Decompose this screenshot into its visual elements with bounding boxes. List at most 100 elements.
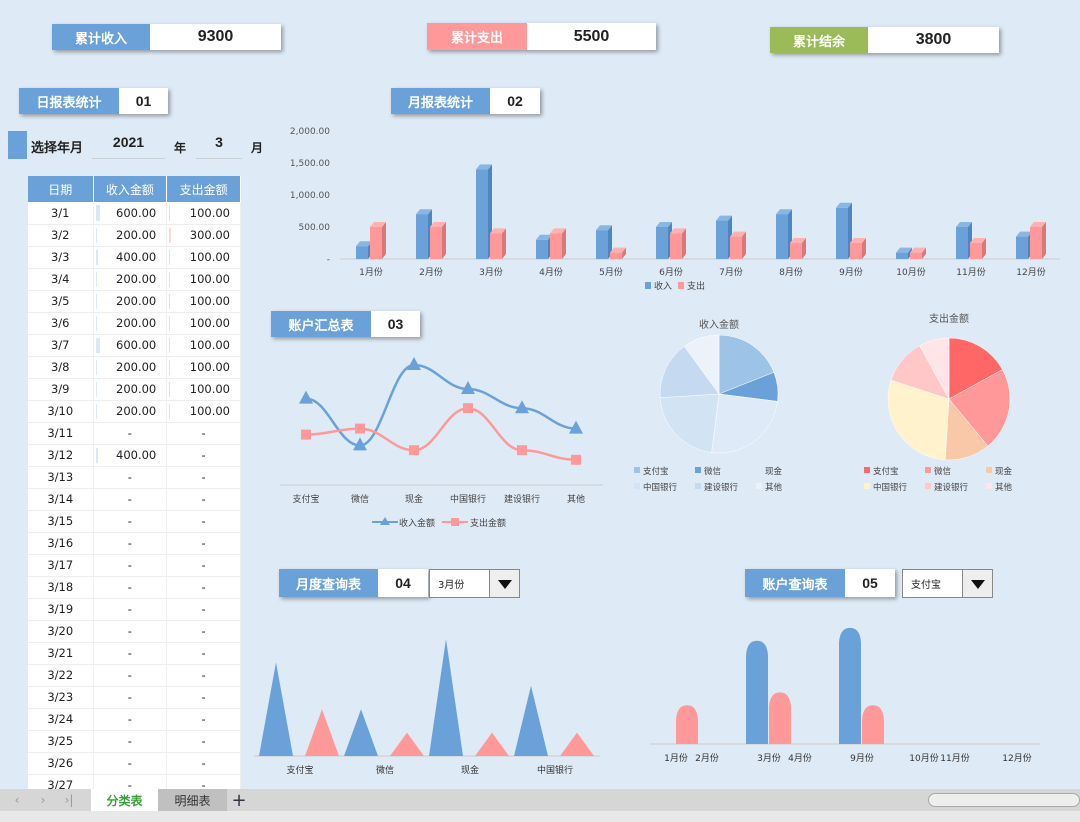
monthly-num: 02 <box>490 88 540 114</box>
account-query-title: 账户查询表 <box>745 569 845 597</box>
tab-detail[interactable]: 明细表 <box>158 789 227 811</box>
cell-text: - <box>201 646 206 660</box>
x-tick-label: 微信 <box>376 764 394 776</box>
cell-expense: - <box>166 664 241 687</box>
cell-text: 200.00 <box>116 228 157 242</box>
account-line-chart: 支付宝 微信 现金 中国银行 建设银行 其他收入金额 支出金额 <box>280 357 603 529</box>
table-row: 3/2 200.00 300.00 <box>28 224 241 247</box>
cell-income: - <box>93 576 168 599</box>
cell-income: - <box>93 510 168 533</box>
expense-total-label: 累计支出 <box>427 23 527 50</box>
cell-text: 3/2 <box>50 228 70 242</box>
dropdown-arrow-icon[interactable] <box>489 570 519 597</box>
prev-sheet-icon[interactable]: ‹ <box>8 789 26 811</box>
month-query-header: 月度查询表 04 <box>279 569 428 597</box>
legend-expense: 支出 <box>687 280 705 292</box>
year-unit: 年 <box>174 141 187 155</box>
cell-text: - <box>201 734 206 748</box>
cell-income: - <box>93 422 168 445</box>
marker-triangle <box>407 357 421 370</box>
cell-expense: 100.00 <box>166 246 241 269</box>
expense-pie-chart: 支出金额支付宝 微信 现金中国银行 建设银行 其他 <box>864 312 1013 493</box>
bar-支出-4月份 <box>550 233 562 259</box>
col-income: 收入金额 <box>93 176 168 202</box>
legend-label: 中国银行 <box>643 482 678 493</box>
cell-text: - <box>127 624 132 638</box>
cell-income: - <box>93 532 168 555</box>
bar-收入-8月份 <box>776 214 788 259</box>
cell-text: - <box>201 624 206 638</box>
bar-收入-11月份 <box>956 227 968 259</box>
bar-side <box>382 222 386 259</box>
cell-text: - <box>201 668 206 682</box>
bar-支出-12月份 <box>1030 227 1042 259</box>
month-select-dropdown[interactable]: 3月份 <box>429 569 520 598</box>
data-bar <box>95 315 97 331</box>
cell-text: 3/24 <box>47 712 74 726</box>
cell-text: 3/3 <box>50 250 70 264</box>
bar-支出-1月份 <box>370 227 382 259</box>
cell-text: 400.00 <box>116 250 157 264</box>
x-tick-label: 3月份 <box>479 266 503 278</box>
cell-expense: - <box>166 444 241 467</box>
cell-date: 3/2 <box>28 224 94 247</box>
cell-income: 200.00 <box>93 224 168 247</box>
marker-square <box>571 454 581 465</box>
cell-date: 3/7 <box>28 334 94 357</box>
data-bar <box>169 403 170 419</box>
horizontal-scrollbar[interactable] <box>928 793 1080 807</box>
next-sheet-icon[interactable]: › <box>34 789 52 811</box>
cell-text: 3/6 <box>50 316 70 330</box>
cell-text: 100.00 <box>189 205 230 220</box>
legend-marker-expense <box>451 518 459 526</box>
x-tick-label: 10月份 <box>896 266 925 278</box>
tab-classification[interactable]: 分类表 <box>91 789 158 811</box>
x-tick-label: 11月份 <box>940 752 969 764</box>
cell-date: 3/12 <box>28 444 94 467</box>
x-tick-label: 8月份 <box>779 266 803 278</box>
last-sheet-icon[interactable]: ›| <box>60 789 78 811</box>
cell-expense: 100.00 <box>166 268 241 291</box>
dropdown-arrow-icon[interactable] <box>962 570 992 597</box>
cell-text: 200.00 <box>116 272 157 286</box>
account-select-dropdown[interactable]: 支付宝 <box>902 569 993 598</box>
x-tick-label: 1月份 <box>359 266 383 278</box>
accounts-num: 03 <box>371 311 420 337</box>
bar-收入-10月份 <box>896 252 908 259</box>
cell-expense: - <box>166 488 241 511</box>
year-input[interactable]: 2021 <box>92 134 165 159</box>
cell-expense: - <box>166 686 241 709</box>
table-row: 3/14 - - <box>28 488 241 511</box>
legend-swatch <box>634 483 640 489</box>
data-bar <box>169 205 170 221</box>
x-tick-label: 12月份 <box>1002 752 1031 764</box>
data-bar <box>95 359 97 375</box>
table-row: 3/23 - - <box>28 686 241 709</box>
legend-swatch <box>986 467 992 473</box>
add-sheet-icon[interactable]: + <box>228 789 250 811</box>
cell-text: 200.00 <box>116 404 157 418</box>
cell-income: 400.00 <box>93 246 168 269</box>
cell-text: 3/21 <box>47 646 74 660</box>
cell-expense: - <box>166 510 241 533</box>
x-tick-label: 4月份 <box>788 752 812 764</box>
cell-text: 3/16 <box>47 536 74 550</box>
data-bar <box>169 315 170 331</box>
month-input[interactable]: 3 <box>196 134 242 159</box>
data-bar <box>169 271 170 287</box>
x-tick-label: 9月份 <box>850 752 874 764</box>
cell-text: - <box>127 536 132 550</box>
bar-收入金额-9月份 <box>839 627 861 744</box>
x-tick-label: 6月份 <box>659 266 683 278</box>
cell-text: - <box>201 602 206 616</box>
status-bar <box>0 811 1080 822</box>
bar-支出金额-3月份 <box>769 692 791 744</box>
cell-text: 3/8 <box>50 360 70 374</box>
cell-income: - <box>93 620 168 643</box>
cell-text: 200.00 <box>116 382 157 396</box>
cell-text: - <box>201 690 206 704</box>
cell-text: 3/19 <box>47 602 74 616</box>
cell-text: - <box>201 514 206 528</box>
cell-text: 100.00 <box>189 382 230 396</box>
cell-text: 600.00 <box>116 338 157 352</box>
